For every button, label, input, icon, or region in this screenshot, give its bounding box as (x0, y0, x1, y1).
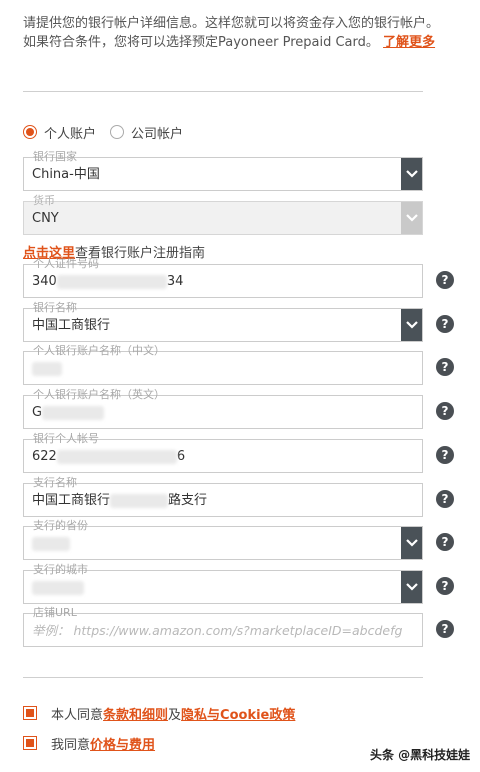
redacted-blur (110, 493, 169, 508)
terms-middle: 及 (168, 707, 182, 723)
holder-en-start: G (32, 405, 43, 420)
help-icon[interactable]: ? (436, 402, 454, 420)
account-no-start: 622 (32, 449, 57, 464)
company-account-label[interactable]: 公司帐户 (131, 123, 183, 142)
chevron-down-icon[interactable] (401, 527, 422, 559)
bottom-divider (23, 677, 423, 678)
holder-name-en-value: G (32, 405, 105, 421)
id-number-label: 个人证件号码 (33, 257, 99, 270)
bank-country-label: 银行国家 (33, 150, 77, 163)
account-type-group: 个人账户 公司帐户 (23, 122, 197, 142)
branch-province-select[interactable]: 支行的省份 (23, 520, 423, 560)
chevron-down-icon[interactable] (401, 309, 422, 341)
bank-name-value: 中国工商银行 (32, 318, 111, 333)
top-divider (23, 91, 423, 92)
branch-name-label: 支行名称 (33, 476, 77, 489)
help-icon[interactable]: ? (436, 577, 454, 595)
terms-agreement: 本人同意 条款和细则及隐私与Cookie政策 (23, 704, 295, 723)
account-number-value: 622 6 (32, 449, 185, 465)
id-number-value: 340 34 (32, 274, 183, 290)
personal-account-label[interactable]: 个人账户 (44, 123, 96, 142)
branch-end: 路支行 (168, 493, 208, 508)
account-no-end: 6 (176, 449, 186, 464)
bank-name-label: 银行名称 (33, 301, 77, 314)
redacted-blur (56, 449, 177, 464)
help-icon[interactable]: ? (436, 533, 454, 551)
holder-name-cn-input[interactable]: 个人银行账户名称（中文） (23, 345, 423, 385)
fees-prefix: 我同意 (51, 737, 91, 753)
terms-prefix: 本人同意 (51, 707, 104, 723)
bank-country-select[interactable]: 银行国家 China-中国 (23, 151, 423, 191)
intro-text: 请提供您的银行帐户详细信息。这样您就可以将资金存入您的银行帐户。 如果符合条件，… (23, 14, 443, 52)
currency-label: 货币 (33, 194, 55, 207)
store-url-label: 店铺URL (33, 606, 77, 619)
chevron-down-icon[interactable] (401, 571, 422, 603)
redacted-blur (32, 536, 70, 551)
help-icon[interactable]: ? (436, 620, 454, 638)
id-number-end: 34 (166, 274, 184, 289)
watermark: 头条 @黑科技娃娃 (370, 748, 471, 762)
id-number-input[interactable]: 个人证件号码 340 34 (23, 258, 423, 298)
chevron-down-icon[interactable] (401, 158, 422, 190)
id-number-start: 340 (32, 274, 57, 289)
account-number-input[interactable]: 银行个人帐号 622 6 (23, 433, 423, 473)
help-icon[interactable]: ? (436, 315, 454, 333)
redacted-blur (32, 361, 62, 376)
company-account-radio[interactable] (110, 125, 125, 139)
redacted-blur (32, 580, 84, 595)
store-url-input[interactable]: 店铺URL 举例： https://www.amazon.com/s?marke… (23, 607, 423, 647)
fees-link[interactable]: 价格与费用 (90, 734, 155, 753)
branch-start: 中国工商银行 (32, 493, 111, 508)
currency-value: CNY (32, 211, 59, 226)
holder-name-en-input[interactable]: 个人银行账户名称（英文） G (23, 389, 423, 429)
bank-country-value: China-中国 (32, 167, 100, 182)
holder-name-cn-value (32, 361, 62, 377)
help-icon[interactable]: ? (436, 446, 454, 464)
fees-agreement: 我同意 价格与费用 (23, 734, 155, 753)
terms-checkbox[interactable] (23, 706, 37, 720)
branch-city-select[interactable]: 支行的城市 (23, 564, 423, 604)
store-url-placeholder: 举例： https://www.amazon.com/s?marketplace… (32, 623, 403, 638)
branch-city-label: 支行的城市 (33, 563, 88, 576)
chevron-down-icon (401, 202, 422, 234)
help-icon[interactable]: ? (436, 271, 454, 289)
branch-name-input[interactable]: 支行名称 中国工商银行 路支行 (23, 477, 423, 517)
learn-more-link[interactable]: 了解更多 (383, 35, 435, 50)
intro-body: 请提供您的银行帐户详细信息。这样您就可以将资金存入您的银行帐户。 如果符合条件，… (23, 16, 440, 50)
account-number-label: 银行个人帐号 (33, 432, 99, 445)
branch-province-value (32, 536, 70, 552)
help-icon[interactable]: ? (436, 358, 454, 376)
branch-name-value: 中国工商银行 路支行 (32, 493, 207, 509)
holder-name-en-label: 个人银行账户名称（英文） (33, 388, 165, 401)
redacted-blur (42, 405, 105, 420)
redacted-blur (56, 274, 167, 289)
personal-account-radio[interactable] (23, 125, 37, 139)
branch-province-label: 支行的省份 (33, 519, 88, 532)
fees-checkbox[interactable] (23, 736, 37, 750)
holder-name-cn-label: 个人银行账户名称（中文） (33, 344, 165, 357)
branch-city-value (32, 580, 84, 596)
currency-select: 货币 CNY (23, 195, 423, 235)
help-icon[interactable]: ? (436, 490, 454, 508)
bank-name-select[interactable]: 银行名称 中国工商银行 (23, 302, 423, 342)
privacy-cookie-link[interactable]: 隐私与Cookie政策 (181, 704, 295, 723)
terms-link[interactable]: 条款和细则 (103, 704, 168, 723)
